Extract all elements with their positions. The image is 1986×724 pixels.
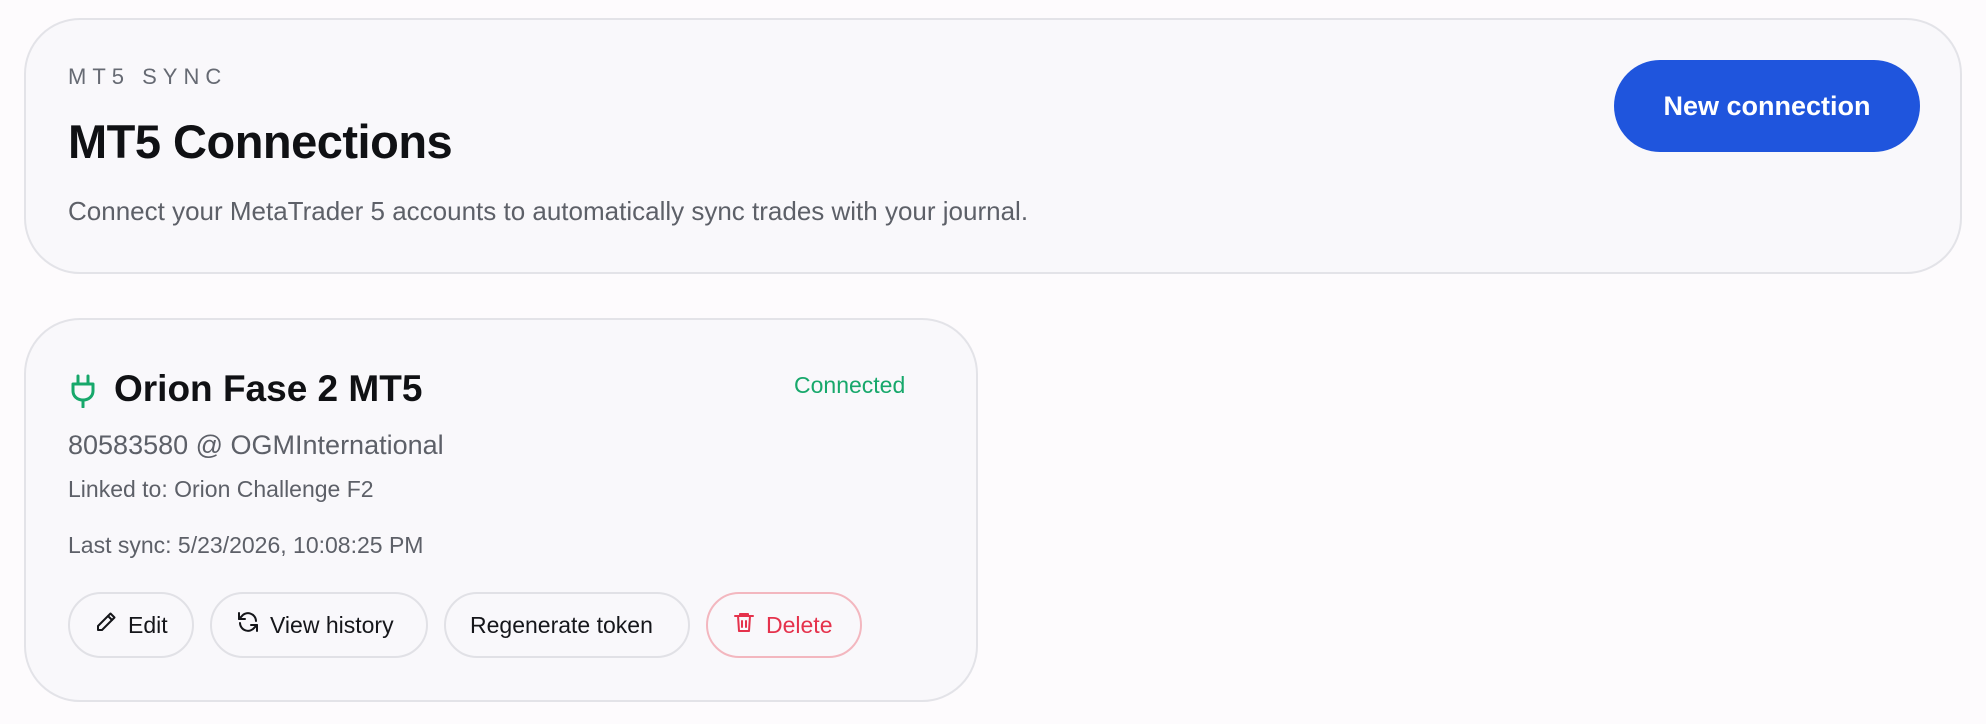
edit-button[interactable]: Edit [68, 592, 194, 658]
view-history-label: View history [270, 611, 394, 638]
plug-icon [68, 374, 98, 409]
view-history-button[interactable]: View history [210, 592, 428, 658]
account-number: 80583580 @ OGMInternational [68, 430, 444, 460]
edit-label: Edit [128, 611, 168, 638]
regenerate-token-button[interactable]: Regenerate token [444, 592, 690, 658]
header-card: MT5 SYNC MT5 Connections Connect your Me… [24, 18, 1962, 274]
connection-actions: Edit View history Regenerate token Delet… [68, 592, 862, 658]
section-eyebrow: MT5 SYNC [68, 64, 228, 89]
pencil-icon [94, 610, 118, 640]
connection-card: Orion Fase 2 MT5 Connected 80583580 @ OG… [24, 318, 978, 702]
page-title: MT5 Connections [68, 115, 453, 168]
linked-account: Linked to: Orion Challenge F2 [68, 476, 374, 502]
delete-label: Delete [766, 611, 833, 638]
new-connection-button[interactable]: New connection [1614, 60, 1920, 152]
trash-icon [732, 610, 756, 640]
connection-name: Orion Fase 2 MT5 [114, 368, 423, 409]
last-sync-time: Last sync: 5/23/2026, 10:08:25 PM [68, 532, 424, 558]
refresh-icon [236, 610, 260, 640]
delete-button[interactable]: Delete [706, 592, 862, 658]
page-subtitle: Connect your MetaTrader 5 accounts to au… [68, 196, 1029, 226]
status-badge: Connected [794, 372, 906, 398]
